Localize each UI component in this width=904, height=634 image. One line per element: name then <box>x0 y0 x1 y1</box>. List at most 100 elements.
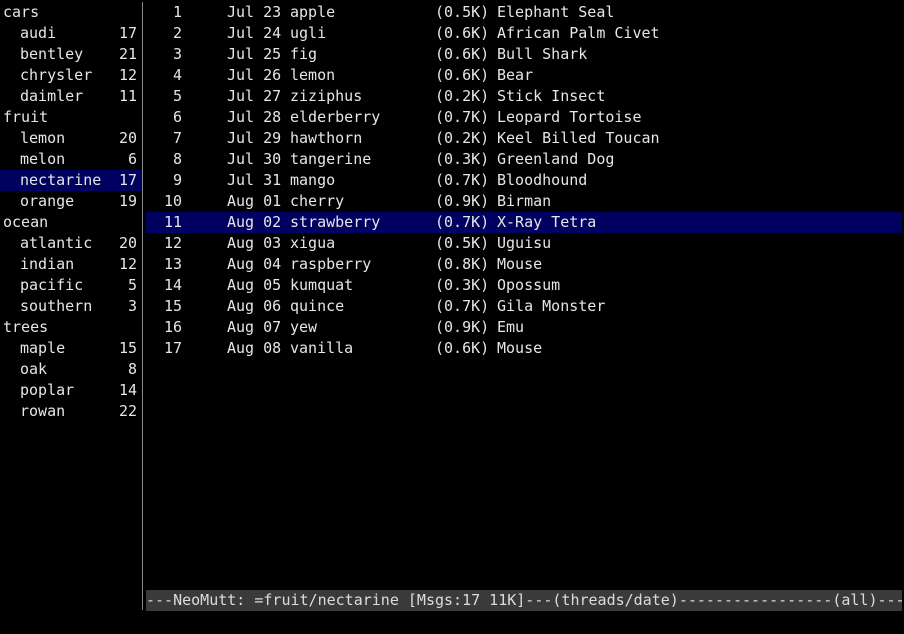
sidebar-item-label: atlantic <box>20 234 93 252</box>
message-from: strawberry <box>290 213 381 231</box>
message-number: 16 <box>163 318 182 336</box>
message-date: Aug 05 <box>227 276 282 294</box>
message-size: (0.9K) <box>435 192 490 210</box>
sidebar-item-count: 21 <box>118 45 137 63</box>
sidebar-item-count: 12 <box>118 66 137 84</box>
sidebar-list: cars audi 17 bentley 21 chrysler 12 daimler 11 fr… <box>0 2 142 422</box>
message-date: Jul 30 <box>227 150 282 168</box>
message-size: (0.2K) <box>435 87 490 105</box>
message-date: Jul 23 <box>227 3 282 21</box>
message-date: Aug 08 <box>227 339 282 357</box>
sidebar-item-count: 20 <box>118 129 137 147</box>
sidebar: cars audi 17 bentley 21 chrysler 12 daimler 11 fr… <box>0 2 142 422</box>
message-row[interactable]: 14 Aug 05 kumquat (0.3K) Opossum <box>146 275 902 296</box>
sidebar-item-label: cars <box>3 3 40 21</box>
message-from: ugli <box>290 24 327 42</box>
message-subject: Mouse <box>497 255 543 273</box>
sidebar-mailbox[interactable]: lemon 20 <box>0 128 142 149</box>
sidebar-mailbox[interactable]: indian 12 <box>0 254 142 275</box>
message-number: 6 <box>172 108 182 126</box>
sidebar-item-count: 3 <box>127 297 137 315</box>
sidebar-mailbox[interactable]: oak 8 <box>0 359 142 380</box>
message-subject: Emu <box>497 318 525 336</box>
message-number: 1 <box>172 3 182 21</box>
sidebar-mailbox[interactable]: bentley 21 <box>0 44 142 65</box>
message-from: ziziphus <box>290 87 363 105</box>
message-date: Aug 06 <box>227 297 282 315</box>
sidebar-item-count: 19 <box>118 192 137 210</box>
message-date: Aug 03 <box>227 234 282 252</box>
message-row[interactable]: 9 Jul 31 mango (0.7K) Bloodhound <box>146 170 902 191</box>
message-size: (0.6K) <box>435 45 490 63</box>
message-row[interactable]: 16 Aug 07 yew (0.9K) Emu <box>146 317 902 338</box>
message-from: quince <box>290 297 345 315</box>
sidebar-mailbox[interactable]: atlantic 20 <box>0 233 142 254</box>
message-date: Jul 29 <box>227 129 282 147</box>
message-list: 1 Jul 23 apple (0.5K) Elephant Seal 2 Jul 24 ug… <box>146 2 902 359</box>
sidebar-mailbox[interactable]: chrysler 12 <box>0 65 142 86</box>
message-number: 7 <box>172 129 182 147</box>
message-size: (0.6K) <box>435 339 490 357</box>
sidebar-item-count: 5 <box>127 276 137 294</box>
sidebar-item-label: daimler <box>20 87 84 105</box>
message-row[interactable]: 10 Aug 01 cherry (0.9K) Birman <box>146 191 902 212</box>
message-subject: Bloodhound <box>497 171 588 189</box>
sidebar-item-label: southern <box>20 297 93 315</box>
message-subject: Greenland Dog <box>497 150 615 168</box>
sidebar-item-count: 6 <box>127 150 137 168</box>
message-row[interactable]: 4 Jul 26 lemon (0.6K) Bear <box>146 65 902 86</box>
sidebar-group[interactable]: cars <box>0 2 142 23</box>
sidebar-mailbox[interactable]: orange 19 <box>0 191 142 212</box>
sidebar-item-label: orange <box>20 192 75 210</box>
message-size: (0.3K) <box>435 150 490 168</box>
message-from: elderberry <box>290 108 381 126</box>
message-row[interactable]: 11 Aug 02 strawberry (0.7K) X-Ray Tetra <box>146 212 902 233</box>
message-row[interactable]: 1 Jul 23 apple (0.5K) Elephant Seal <box>146 2 902 23</box>
message-from: yew <box>290 318 318 336</box>
message-row[interactable]: 3 Jul 25 fig (0.6K) Bull Shark <box>146 44 902 65</box>
sidebar-item-label: maple <box>20 339 66 357</box>
message-row[interactable]: 8 Jul 30 tangerine (0.3K) Greenland Dog <box>146 149 902 170</box>
sidebar-mailbox[interactable]: rowan 22 <box>0 401 142 422</box>
sidebar-item-count: 20 <box>118 234 137 252</box>
message-number: 15 <box>163 297 182 315</box>
message-number: 11 <box>163 213 182 231</box>
sidebar-item-count: 14 <box>118 381 137 399</box>
message-row[interactable]: 6 Jul 28 elderberry (0.7K) Leopard Tortoise <box>146 107 902 128</box>
sidebar-mailbox[interactable]: southern 3 <box>0 296 142 317</box>
sidebar-item-label: pacific <box>20 276 84 294</box>
message-row[interactable]: 2 Jul 24 ugli (0.6K) African Palm Civet <box>146 23 902 44</box>
sidebar-mailbox[interactable]: poplar 14 <box>0 380 142 401</box>
message-from: vanilla <box>290 339 354 357</box>
sidebar-group[interactable]: trees <box>0 317 142 338</box>
sidebar-mailbox[interactable]: nectarine 17 <box>0 170 142 191</box>
message-subject: Uguisu <box>497 234 552 252</box>
message-size: (0.6K) <box>435 66 490 84</box>
message-size: (0.2K) <box>435 129 490 147</box>
sidebar-mailbox[interactable]: pacific 5 <box>0 275 142 296</box>
message-row[interactable]: 5 Jul 27 ziziphus (0.2K) Stick Insect <box>146 86 902 107</box>
message-row[interactable]: 7 Jul 29 hawthorn (0.2K) Keel Billed Toucan <box>146 128 902 149</box>
sidebar-mailbox[interactable]: melon 6 <box>0 149 142 170</box>
message-size: (0.5K) <box>435 234 490 252</box>
sidebar-mailbox[interactable]: audi 17 <box>0 23 142 44</box>
message-subject: Elephant Seal <box>497 3 615 21</box>
message-row[interactable]: 13 Aug 04 raspberry (0.8K) Mouse <box>146 254 902 275</box>
sidebar-item-label: trees <box>3 318 49 336</box>
sidebar-mailbox[interactable]: daimler 11 <box>0 86 142 107</box>
message-date: Aug 01 <box>227 192 282 210</box>
message-number: 3 <box>172 45 182 63</box>
message-number: 17 <box>163 339 182 357</box>
sidebar-item-label: fruit <box>3 108 49 126</box>
message-row[interactable]: 12 Aug 03 xigua (0.5K) Uguisu <box>146 233 902 254</box>
sidebar-group[interactable]: ocean <box>0 212 142 233</box>
message-number: 5 <box>172 87 182 105</box>
message-subject: Birman <box>497 192 552 210</box>
sidebar-group[interactable]: fruit <box>0 107 142 128</box>
message-row[interactable]: 15 Aug 06 quince (0.7K) Gila Monster <box>146 296 902 317</box>
sidebar-mailbox[interactable]: maple 15 <box>0 338 142 359</box>
message-number: 14 <box>163 276 182 294</box>
message-date: Aug 02 <box>227 213 282 231</box>
message-row[interactable]: 17 Aug 08 vanilla (0.6K) Mouse <box>146 338 902 359</box>
message-subject: African Palm Civet <box>497 24 660 42</box>
